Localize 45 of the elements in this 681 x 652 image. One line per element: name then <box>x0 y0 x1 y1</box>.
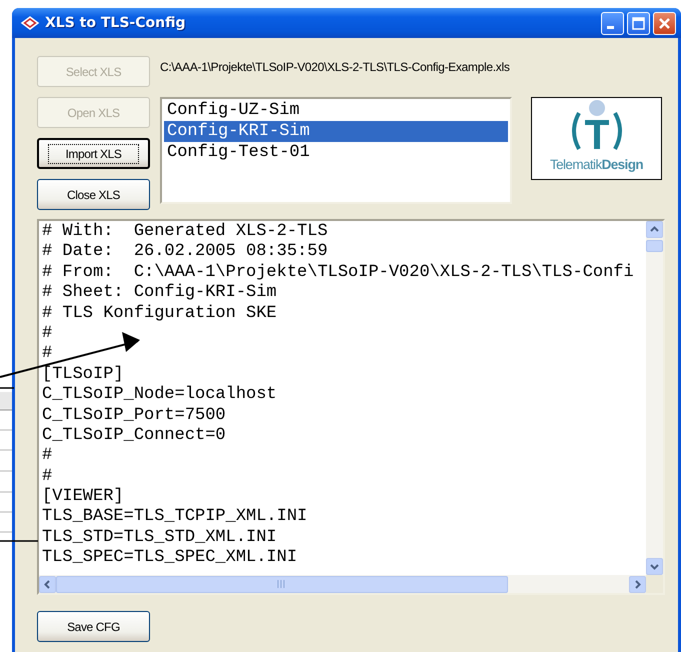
text-line: # <box>42 324 54 344</box>
text-line: # <box>42 466 54 488</box>
leader-line <box>0 387 14 389</box>
text-line: # TLS Konfiguration SKE <box>42 304 278 324</box>
config-text-area[interactable] <box>37 219 665 595</box>
save-cfg-button[interactable]: Save CFG <box>37 611 150 642</box>
scrollbar-corner <box>646 575 663 593</box>
text-line: # <box>42 446 54 467</box>
sheet-list-item[interactable]: Config-UZ-Sim <box>164 100 508 121</box>
sheet-list[interactable]: Config-UZ-Sim Config-KRI-Sim Config-Test-01 <box>160 97 512 204</box>
scroll-thumb[interactable] <box>646 240 663 252</box>
xls-button[interactable]: Close XLS <box>37 179 150 210</box>
scroll-right-button[interactable] <box>629 576 646 592</box>
scroll-thumb[interactable] <box>56 576 508 592</box>
file-path: C:\AAA-1\Projekte\TLSoIP-V020\XLS-2-TLS\TLS-Config-Example.xls <box>160 60 510 74</box>
text-line: # From: C:\AAA-1\Projekte\TLSoIP-V020\XLS-2-TLS\TLS-Confi <box>42 262 635 284</box>
text-line: TLS_BASE=TLS_TCPIP_XML.INI <box>42 507 308 528</box>
text-line: # Sheet: Config-KRI-Sim <box>42 283 278 304</box>
text-line: TLS_STD=TLS_STD_XML.INI <box>42 528 278 548</box>
text-line: # <box>42 344 54 365</box>
text-line: [TLSoIP] <box>42 364 125 386</box>
text-line: C_TLSoIP_Port=7500 <box>42 406 227 426</box>
close-button[interactable] <box>653 12 676 34</box>
text-line: [VIEWER] <box>42 487 125 508</box>
scroll-up-button[interactable] <box>646 221 663 238</box>
grip-icon <box>277 580 287 588</box>
window-title: XLS to TLS-Config <box>45 15 186 31</box>
text-line: TLS_SPEC=TLS_SPEC_XML.INI <box>42 548 298 569</box>
sheet-list-item[interactable]: Config-KRI-Sim <box>164 121 508 142</box>
scroll-down-button[interactable] <box>646 558 663 575</box>
app-icon <box>20 14 40 32</box>
text-line: C_TLSoIP_Node=localhost <box>42 385 278 406</box>
xls-button[interactable]: Import XLS <box>37 138 150 169</box>
text-line: C_TLSoIP_Connect=0 <box>42 426 227 446</box>
minimize-button[interactable] <box>601 12 624 34</box>
vertical-scrollbar[interactable] <box>646 221 663 575</box>
text-line: # Date: 26.02.2005 08:35:59 <box>42 242 329 263</box>
sheet-list-item[interactable]: Config-Test-01 <box>164 142 508 163</box>
leader-line <box>0 540 38 542</box>
maximize-button[interactable] <box>627 12 650 34</box>
minimize-icon <box>607 26 614 28</box>
scroll-left-button[interactable] <box>39 576 56 592</box>
text-line: # With: Generated XLS-2-TLS <box>42 222 329 242</box>
logo-text: TelematikDesign <box>550 157 644 172</box>
horizontal-scrollbar[interactable] <box>39 575 663 593</box>
